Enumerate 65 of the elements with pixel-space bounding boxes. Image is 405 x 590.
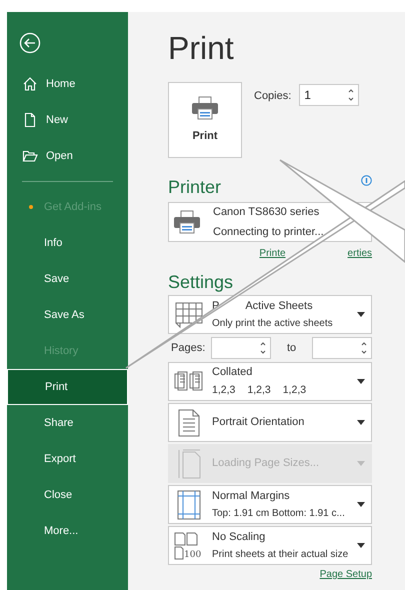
sidebar-item[interactable]: New bbox=[7, 102, 128, 138]
portrait-page-icon bbox=[178, 408, 200, 436]
spinner-arrows-icon bbox=[361, 341, 368, 355]
sidebar-item[interactable]: Save As bbox=[7, 297, 128, 333]
dropdown-title: Loading Page Sizes... bbox=[212, 456, 320, 472]
sidebar-item[interactable]: Export bbox=[7, 441, 128, 477]
settings-dropdown[interactable]: 100 No Scaling Print sheets at their actual size bbox=[168, 526, 372, 565]
back-icon[interactable] bbox=[19, 32, 41, 54]
settings-dropdown[interactable]: Normal Margins Top: 1.91 cm Bottom: 1.91 c... bbox=[168, 485, 372, 524]
home-icon bbox=[22, 76, 38, 92]
sidebar-item[interactable]: Print bbox=[7, 369, 128, 405]
dropdown-subtitle: Print sheets at their actual size bbox=[212, 548, 348, 562]
sidebar-item[interactable]: Info bbox=[7, 225, 128, 261]
dropdown-title: P bbox=[212, 298, 220, 314]
dropdown-caret-icon bbox=[357, 502, 365, 507]
page-to-field[interactable] bbox=[312, 337, 372, 359]
dropdown-title: Collated bbox=[212, 365, 254, 380]
margins-icon bbox=[177, 490, 201, 520]
sidebar-item[interactable]: Save bbox=[7, 261, 128, 297]
dropdown-title: Portrait Orientation bbox=[212, 415, 306, 430]
page-title: Print bbox=[168, 32, 235, 64]
spinner-arrows-icon bbox=[260, 341, 266, 355]
copies-field[interactable]: 1 bbox=[299, 84, 360, 106]
sidebar-item[interactable]: Share bbox=[7, 405, 128, 441]
printer-name: Canon TS8630 series bbox=[213, 205, 320, 220]
document-icon bbox=[22, 112, 38, 128]
printer-status: Connecting to printer... bbox=[213, 224, 324, 240]
collation-order: 1,2,3 bbox=[282, 382, 306, 398]
info-icon[interactable] bbox=[361, 175, 372, 186]
sheet-grid-icon bbox=[174, 300, 204, 328]
dropdown-caret-icon bbox=[357, 543, 365, 548]
to-label: to bbox=[287, 340, 296, 356]
dropdown-title: No Scaling bbox=[212, 530, 266, 545]
collation-order: 1,2,3 bbox=[212, 382, 236, 398]
collated-pages-icon bbox=[174, 370, 204, 394]
dropdown-title: Normal Margins bbox=[212, 488, 291, 504]
settings-dropdown[interactable]: Portrait Orientation bbox=[168, 403, 372, 442]
pages-label: Pages: bbox=[171, 340, 203, 356]
settings-dropdown[interactable]: Collated 1,2,3 1,2,3 1,2,3 bbox=[168, 362, 372, 401]
dropdown-caret-icon bbox=[357, 379, 365, 384]
sidebar-item[interactable]: Home bbox=[7, 66, 128, 102]
dropdown-caret-icon bbox=[357, 312, 365, 317]
folder-icon bbox=[22, 148, 38, 164]
printer-heading: Printer bbox=[168, 176, 222, 199]
collation-order: 1,2,3 bbox=[247, 382, 271, 398]
printer-properties-link[interactable]: Printe bbox=[259, 246, 286, 261]
dropdown-caret-icon bbox=[357, 420, 365, 425]
sidebar-item[interactable]: Close bbox=[7, 477, 128, 513]
sidebar-item[interactable]: Open bbox=[7, 138, 128, 174]
spinner-arrows-icon bbox=[348, 88, 354, 102]
page-size-icon bbox=[177, 448, 201, 478]
printer-icon bbox=[191, 96, 219, 120]
dropdown-subtitle: Top: 1.91 cm Bottom: 1.91 c... bbox=[212, 507, 345, 522]
print-button[interactable]: Print bbox=[168, 82, 242, 158]
settings-heading: Settings bbox=[168, 271, 234, 294]
dropdown-caret-icon bbox=[357, 461, 365, 466]
dropdown-title: Active Sheets bbox=[245, 298, 313, 314]
page-from-field[interactable] bbox=[211, 337, 271, 359]
sidebar-item[interactable]: More... bbox=[7, 513, 128, 549]
printer-icon bbox=[173, 210, 201, 234]
printer-properties-link[interactable]: erties bbox=[348, 246, 372, 261]
dropdown-subtitle: Only print the active sheets bbox=[212, 317, 333, 332]
page-setup-link[interactable]: Page Setup bbox=[320, 568, 372, 581]
copies-label: Copies: bbox=[254, 89, 292, 104]
settings-dropdown[interactable]: P Active Sheets Only print the active sheets bbox=[168, 295, 372, 334]
